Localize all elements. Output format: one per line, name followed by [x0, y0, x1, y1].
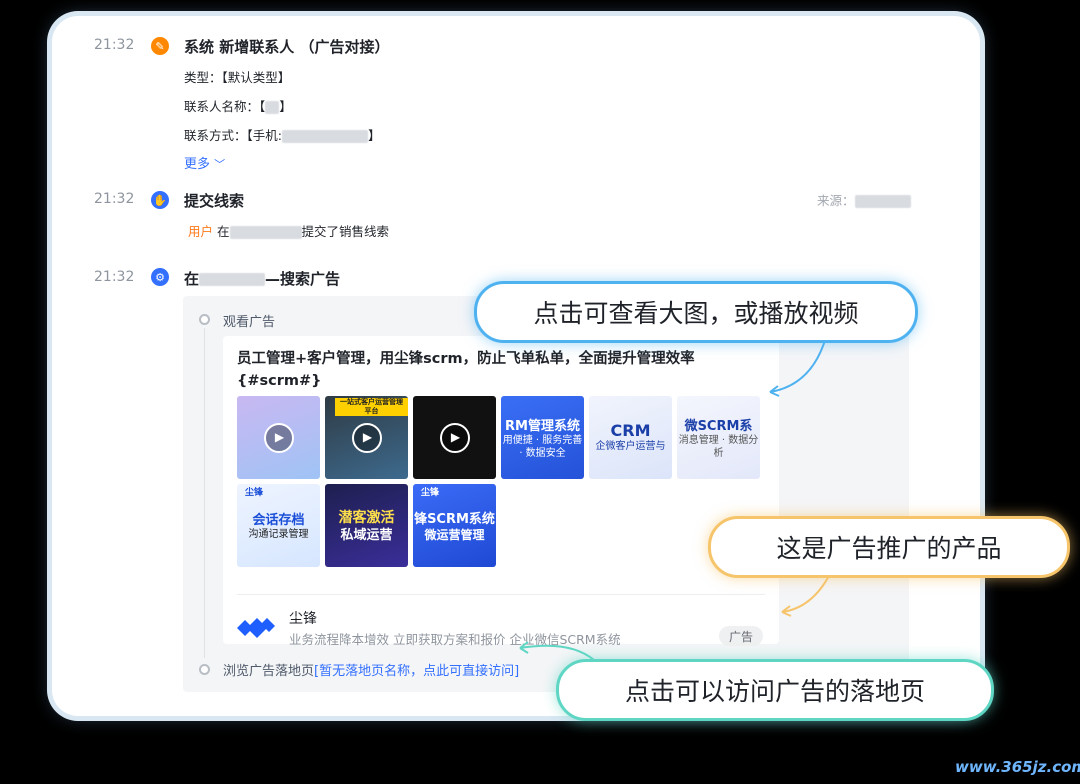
step-dot	[199, 314, 210, 325]
thumb-headline: 微SCRM系	[684, 418, 753, 434]
source-label: 来源：	[817, 193, 855, 208]
play-icon: ▶	[351, 422, 382, 453]
thumb-subline: 私域运营	[340, 527, 393, 543]
text: 提交了销售线索	[301, 224, 390, 239]
contact-name: 联系人名称：【】	[184, 96, 292, 115]
brand-name: 尘锋	[289, 611, 317, 627]
more-label: 更多	[184, 157, 211, 172]
thumb-caption: 一站式客户运营管理平台	[335, 398, 408, 416]
ad-thumb-image[interactable]: CRM 企微客户运营与	[589, 396, 672, 479]
ad-copy: 员工管理+客户管理，用尘锋scrm，防止飞单私单，全面提升管理效率 {#scrm…	[237, 348, 757, 392]
thumb-headline: 锋SCRM系统	[414, 511, 495, 527]
suffix: —搜索广告	[265, 270, 341, 288]
event-title: 提交线索	[184, 192, 245, 210]
redacted-source	[854, 195, 911, 208]
bracket: 】	[279, 99, 292, 114]
divider	[237, 594, 765, 595]
callout-product: 这是广告推广的产品	[708, 516, 1070, 578]
pencil-icon: ✎	[151, 37, 169, 55]
chevron-down-icon: ﹀	[214, 158, 226, 171]
label: 联系人名称：	[184, 99, 260, 114]
event-title: 系统 新增联系人 （广告对接）	[184, 38, 390, 56]
thumb-subline: 沟通记录管理	[248, 529, 309, 541]
step-dot	[199, 664, 210, 675]
redacted-channel	[199, 273, 266, 286]
thumb-headline: RM管理系统	[505, 418, 580, 434]
callout-view-media: 点击可查看大图，或播放视频	[474, 281, 918, 343]
ad-thumb-video[interactable]: ▶	[413, 396, 496, 479]
ad-copy-tag: {#scrm#}	[237, 373, 322, 389]
lead-source: 来源：	[817, 190, 911, 209]
step-view-ad: 观看广告	[223, 315, 276, 330]
thumb-brand: 尘锋	[245, 488, 264, 498]
step-landing-page: 浏览广告落地页[暂无落地页名称，点此可直接访问]	[223, 660, 519, 679]
event-time: 21:32	[94, 269, 135, 285]
thumb-subline: 消息管理 · 数据分析	[678, 435, 759, 459]
play-icon: ▶	[439, 422, 470, 453]
thumb-headline: 会话存档	[252, 513, 305, 529]
prefix: 在	[184, 270, 200, 288]
user-link[interactable]: 用户	[188, 224, 213, 239]
lead-detail: 用户 在 提交了销售线索	[188, 221, 389, 240]
redacted-phone	[281, 130, 368, 143]
watermark: www.365jz.com	[955, 758, 1080, 776]
event-title: 在 —搜索广告	[184, 268, 340, 289]
ad-copy-line: 员工管理+客户管理，用尘锋scrm，防止飞单私单，全面提升管理效率	[237, 351, 695, 367]
step-label: 浏览广告落地页	[223, 664, 315, 679]
contact-method: 联系方式：【手机: 】	[184, 125, 381, 144]
value: 【默认类型】	[221, 70, 291, 85]
event-time: 21:32	[94, 37, 135, 53]
brand-logo-icon	[237, 618, 275, 638]
step-line	[204, 328, 205, 658]
thumb-brand: 尘锋	[421, 488, 440, 498]
ad-badge: 广告	[719, 626, 763, 646]
label: 联系方式：	[184, 128, 247, 143]
landing-page-link[interactable]: [暂无落地页名称，点此可直接访问]	[314, 664, 519, 679]
thumb-subline: 用便捷 · 服务完善 · 数据安全	[502, 435, 583, 459]
ad-thumb-image[interactable]: 微SCRM系 消息管理 · 数据分析	[677, 396, 760, 479]
contact-type: 类型：【默认类型】	[184, 67, 290, 86]
ad-thumb-image[interactable]: 尘锋 会话存档 沟通记录管理	[237, 484, 320, 567]
value-prefix: 【手机:	[246, 128, 282, 143]
redacted-value	[265, 101, 280, 114]
text: 在	[217, 224, 230, 239]
thumb-headline: CRM	[610, 421, 651, 441]
play-icon: ▶	[263, 422, 294, 453]
gear-icon: ⚙	[151, 268, 169, 286]
ad-thumb-video[interactable]: 一站式客户运营管理平台 ▶	[325, 396, 408, 479]
bracket: 】	[367, 128, 381, 143]
hand-icon: ✋	[151, 191, 169, 209]
label: 类型：	[184, 70, 222, 85]
callout-landing-page: 点击可以访问广告的落地页	[556, 659, 994, 721]
timeline-panel: 21:32 ✎ 系统 新增联系人 （广告对接） 类型：【默认类型】 联系人名称：…	[52, 16, 980, 716]
thumb-subline: 微运营管理	[424, 528, 485, 543]
ad-card: 员工管理+客户管理，用尘锋scrm，防止飞单私单，全面提升管理效率 {#scrm…	[223, 336, 779, 647]
ad-thumb-image[interactable]: 潜客激活 私域运营	[325, 484, 408, 567]
ad-thumb-image[interactable]: 尘锋 锋SCRM系统 微运营管理	[413, 484, 496, 567]
ad-thumb-video[interactable]: ▶	[237, 396, 320, 479]
event-time: 21:32	[94, 191, 135, 207]
redacted-page	[229, 226, 302, 239]
brand-description: 业务流程降本增效 立即获取方案和报价 企业微信SCRM系统	[289, 632, 621, 647]
thumb-headline: 潜客激活	[338, 510, 395, 527]
ad-thumb-image[interactable]: RM管理系统 用便捷 · 服务完善 · 数据安全	[501, 396, 584, 479]
more-toggle[interactable]: 更多 ﹀	[184, 153, 225, 172]
thumb-subline: 企微客户运营与	[595, 441, 666, 453]
